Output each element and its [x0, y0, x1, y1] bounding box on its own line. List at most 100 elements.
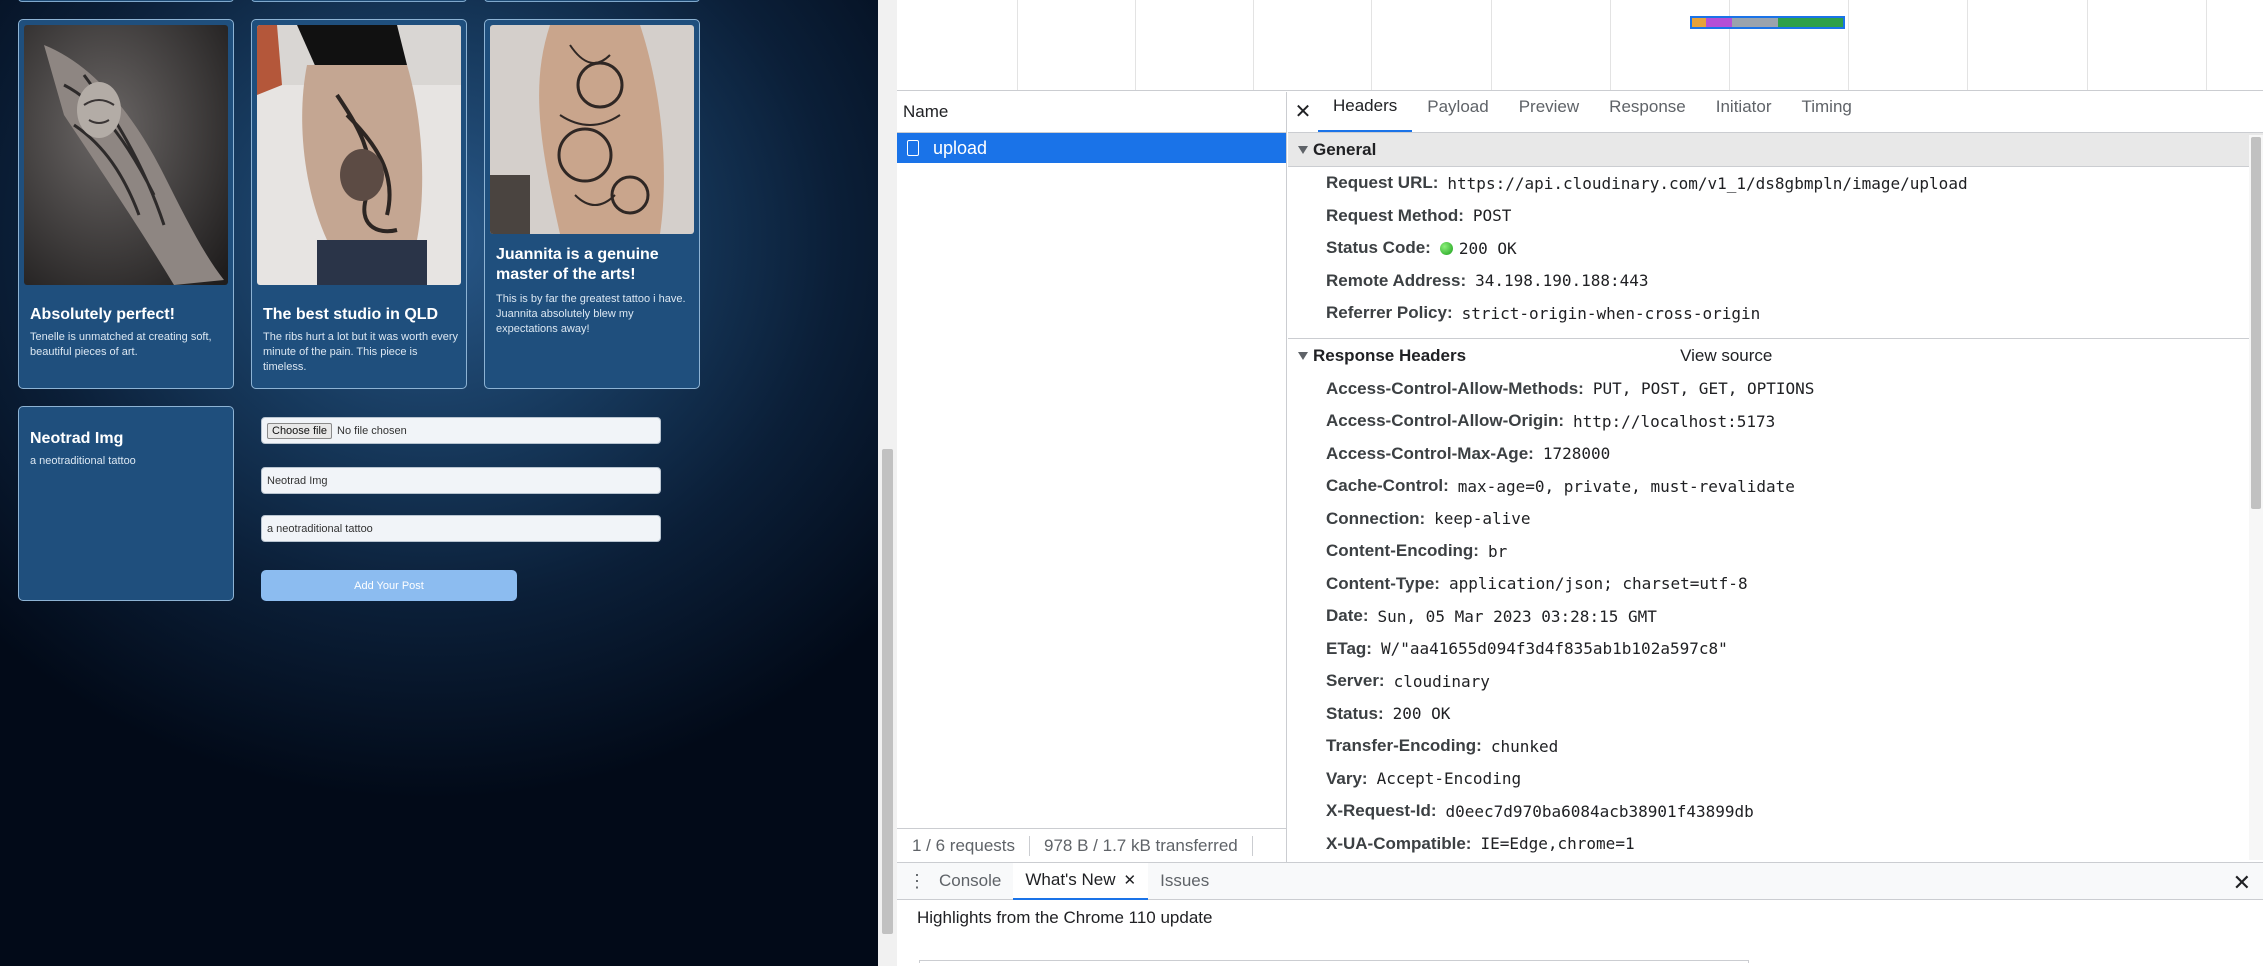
kebab-menu-icon[interactable]: ⋮	[897, 871, 927, 892]
header-row[interactable]: Content-Type: application/json; charset=u…	[1288, 568, 2263, 601]
header-value: 34.198.190.188:443	[1475, 271, 1649, 291]
status-ok-icon	[1439, 241, 1453, 255]
header-value: http://localhost:5173	[1573, 411, 1776, 431]
document-icon	[907, 140, 919, 156]
section-title: General	[1313, 139, 1377, 159]
header-value: Sun, 05 Mar 2023 03:28:15 GMT	[1377, 606, 1657, 626]
drawer-tabbar: ⋮ Console What's New ✕ Issues ✕	[897, 862, 2263, 900]
header-value: IE=Edge,chrome=1	[1480, 834, 1635, 854]
tattoo-image	[24, 25, 228, 285]
response-headers-section-header[interactable]: Response Headers View source	[1288, 339, 2263, 373]
header-row[interactable]: Date: Sun, 05 Mar 2023 03:28:15 GMT	[1288, 600, 2263, 633]
tab-payload[interactable]: Payload	[1412, 92, 1503, 132]
header-row[interactable]: Remote Address: 34.198.190.188:443	[1288, 265, 2263, 298]
tab-issues[interactable]: Issues	[1148, 863, 1221, 900]
request-row[interactable]: upload	[897, 133, 1286, 163]
header-row[interactable]: X-Request-Id: d0eec7d970ba6084acb38901f43…	[1288, 795, 2263, 828]
grid-line	[1967, 0, 1968, 90]
close-icon[interactable]: ✕	[1288, 92, 1318, 132]
tab-timing[interactable]: Timing	[1786, 92, 1866, 132]
card-text: The ribs hurt a lot but it was worth eve…	[263, 331, 459, 373]
view-source-link[interactable]: View source	[1680, 346, 1772, 366]
post-card[interactable]: Juannita is a genuine master of the arts…	[484, 19, 700, 389]
header-row[interactable]: Request URL: https://api.cloudinary.com/v…	[1288, 167, 2263, 200]
tab-headers[interactable]: Headers	[1318, 92, 1413, 132]
header-row[interactable]: Status: 200 OK	[1288, 698, 2263, 731]
header-row[interactable]: Content-Encoding: br	[1288, 535, 2263, 568]
tab-preview[interactable]: Preview	[1504, 92, 1594, 132]
header-key: Vary:	[1326, 768, 1368, 788]
header-value: application/json; charset=utf-8	[1448, 574, 1748, 594]
header-value: W/"aa41655d094f3d4f835ab1b102a597c8"	[1380, 639, 1728, 659]
app-scrollbar[interactable]	[878, 0, 897, 966]
header-value: Accept-Encoding	[1376, 769, 1522, 789]
header-key: Request URL:	[1326, 173, 1439, 193]
tab-response[interactable]: Response	[1594, 92, 1701, 132]
file-input[interactable]: Choose file No file chosen	[261, 417, 661, 444]
request-details: ✕ Headers Payload Preview Response Initi…	[1288, 92, 2263, 862]
header-value: POST	[1472, 206, 1512, 226]
header-key: Content-Type:	[1326, 573, 1440, 593]
choose-file-button[interactable]: Choose file	[267, 422, 333, 439]
header-row[interactable]: Status Code: 200 OK	[1288, 232, 2263, 265]
preview-card: Neotrad Img a neotraditional tattoo	[18, 406, 234, 601]
network-status-bar: 1 / 6 requests 978 B / 1.7 kB transferre…	[897, 828, 1287, 862]
header-row[interactable]: Access-Control-Allow-Methods: PUT, POST, …	[1288, 373, 2263, 406]
tattoo-image	[490, 25, 694, 234]
header-key: Referrer Policy:	[1326, 303, 1453, 323]
general-section-header[interactable]: General	[1288, 133, 2263, 167]
header-row[interactable]: Cache-Control: max-age=0, private, must-r…	[1288, 470, 2263, 503]
header-row[interactable]: Request Method: POST	[1288, 200, 2263, 233]
header-row[interactable]: Vary: Accept-Encoding	[1288, 763, 2263, 796]
tab-console[interactable]: Console	[927, 863, 1013, 900]
header-value: keep-alive	[1434, 509, 1531, 529]
header-row[interactable]: X-UA-Compatible: IE=Edge,chrome=1	[1288, 828, 2263, 861]
app-scrollbar-thumb[interactable]	[882, 449, 893, 934]
content-box-edge	[919, 960, 1749, 963]
header-row[interactable]: Referrer Policy: strict-origin-when-cross…	[1288, 297, 2263, 330]
details-scrollbar-thumb[interactable]	[2251, 137, 2261, 509]
tattoo-app: Absolutely perfect! Tenelle is unmatched…	[0, 0, 878, 966]
header-key: X-UA-Compatible:	[1326, 833, 1472, 853]
header-key: Content-Encoding:	[1326, 541, 1479, 561]
header-value: https://api.cloudinary.com/v1_1/ds8gbmpl…	[1447, 173, 1968, 193]
grid-line	[2087, 0, 2088, 90]
header-row[interactable]: ETag: W/"aa41655d094f3d4f835ab1b102a597c8…	[1288, 633, 2263, 666]
tab-initiator[interactable]: Initiator	[1701, 92, 1787, 132]
header-value: cloudinary	[1393, 671, 1490, 691]
header-row[interactable]: Server: cloudinary	[1288, 665, 2263, 698]
request-name: upload	[933, 137, 988, 158]
details-scrollbar[interactable]	[2249, 135, 2263, 860]
grid-line	[1371, 0, 1372, 90]
grid-line	[1848, 0, 1849, 90]
close-drawer-icon[interactable]: ✕	[2233, 870, 2251, 896]
header-row[interactable]: Access-Control-Allow-Origin: http://local…	[1288, 405, 2263, 438]
request-count: 1 / 6 requests	[912, 835, 1016, 855]
request-timing-bar	[1690, 16, 1845, 29]
description-input[interactable]: a neotraditional tattoo	[261, 515, 661, 542]
post-card[interactable]: The best studio in QLD The ribs hurt a l…	[251, 19, 467, 389]
header-value: 1728000	[1542, 444, 1611, 464]
header-row[interactable]: Transfer-Encoding: chunked	[1288, 730, 2263, 763]
devtools-drawer: ⋮ Console What's New ✕ Issues ✕ Highligh…	[897, 862, 2263, 966]
network-overview[interactable]	[897, 0, 2263, 91]
preview-title: Neotrad Img	[30, 430, 124, 447]
tab-whats-new[interactable]: What's New ✕	[1013, 862, 1149, 900]
grid-line	[1491, 0, 1492, 90]
header-key: Server:	[1326, 671, 1385, 691]
title-input[interactable]: Neotrad Img	[261, 467, 661, 494]
header-row[interactable]: Access-Control-Max-Age: 1728000	[1288, 438, 2263, 471]
triangle-down-icon	[1298, 145, 1308, 154]
name-column-header[interactable]: Name	[897, 92, 1286, 133]
close-icon[interactable]: ✕	[1124, 871, 1137, 889]
header-key: Status Code:	[1326, 238, 1431, 258]
requests-list: Name upload 1 / 6 requests 978 B / 1.7 k…	[897, 92, 1287, 862]
header-row[interactable]: Connection: keep-alive	[1288, 503, 2263, 536]
add-post-button[interactable]: Add Your Post	[261, 570, 517, 601]
header-key: X-Request-Id:	[1326, 801, 1437, 821]
header-value: d0eec7d970ba6084acb38901f43899db	[1445, 801, 1754, 821]
card-text: This is by far the greatest tattoo i hav…	[496, 293, 686, 335]
devtools-panel: Name upload 1 / 6 requests 978 B / 1.7 k…	[897, 0, 2263, 966]
header-key: Date:	[1326, 606, 1369, 626]
post-card[interactable]: Absolutely perfect! Tenelle is unmatched…	[18, 19, 234, 389]
